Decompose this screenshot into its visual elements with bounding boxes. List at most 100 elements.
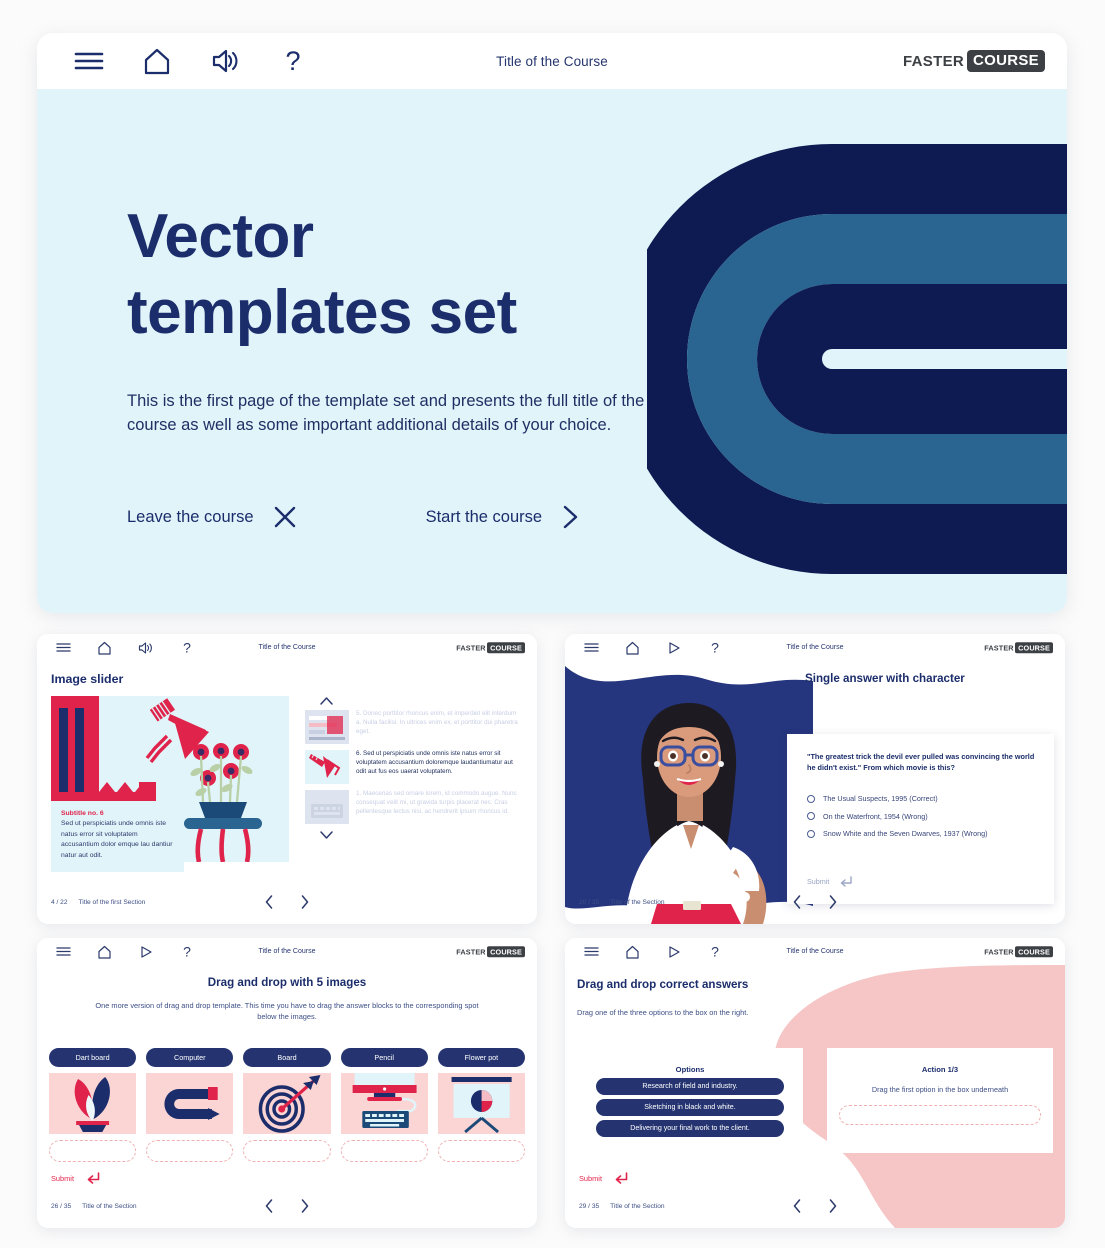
question-mark-icon[interactable]: ? xyxy=(259,41,327,81)
logo-course: COURSE xyxy=(1015,945,1053,958)
svg-text:?: ? xyxy=(183,640,191,655)
play-icon[interactable] xyxy=(125,941,166,963)
slider-caption-body: Sed ut perspiciatis unde omnis iste natu… xyxy=(61,820,173,859)
fastercourse-logo: FASTER COURSE xyxy=(903,50,1045,72)
play-icon[interactable] xyxy=(653,637,694,659)
svg-text:?: ? xyxy=(285,46,300,76)
submit-label: Submit xyxy=(51,1173,75,1183)
next-chevron-icon[interactable] xyxy=(829,1199,838,1218)
radio-button-icon[interactable] xyxy=(807,794,815,803)
page-root: ? Title of the Course FASTER COURSE Vect… xyxy=(0,0,1105,1248)
close-icon xyxy=(274,506,295,528)
logo-course: COURSE xyxy=(487,641,525,654)
card3-description: One more version of drag and drop templa… xyxy=(95,1001,479,1022)
question-mark-icon[interactable]: ? xyxy=(166,941,207,963)
hamburger-menu-icon[interactable] xyxy=(571,941,612,963)
logo-faster: FASTER xyxy=(456,947,486,956)
question-mark-icon[interactable]: ? xyxy=(166,637,207,659)
flower-pot-illustration xyxy=(49,1072,137,1134)
answer-option[interactable]: Snow White and the Seven Dwarves, 1937 (… xyxy=(807,829,987,838)
start-the-course-button[interactable]: Start the course xyxy=(426,504,580,530)
card-drag-and-drop-with-5-images: ? Title of the Course FASTER COURSE Drag… xyxy=(37,938,537,1228)
card3-toolbar: ? Title of the Course FASTER COURSE xyxy=(37,938,537,965)
card4-nav xyxy=(793,1199,838,1218)
submit-label: Submit xyxy=(807,877,830,886)
speaker-icon[interactable] xyxy=(191,41,259,81)
prev-chevron-icon[interactable] xyxy=(793,1199,802,1218)
drag-drop-column: Pencil xyxy=(340,1048,428,1162)
submit-button[interactable]: Submit xyxy=(51,1172,100,1184)
speaker-icon[interactable] xyxy=(125,637,166,659)
hero-slide-card: ? Title of the Course FASTER COURSE Vect… xyxy=(37,33,1067,613)
drop-target[interactable] xyxy=(243,1139,331,1162)
card1-title: Image slider xyxy=(51,672,124,686)
page-title: Vector templates set xyxy=(127,199,727,350)
dartboard-illustration xyxy=(243,1072,331,1134)
leave-the-course-button[interactable]: Leave the course xyxy=(127,504,298,530)
magnet-illustration xyxy=(146,1072,234,1134)
answer-block[interactable]: Dart board xyxy=(49,1048,137,1067)
home-icon[interactable] xyxy=(612,941,653,963)
list-item[interactable]: 5. Donec porttitor rhoncus enim, et impe… xyxy=(305,710,523,744)
computer-keyboard-illustration xyxy=(340,1072,428,1134)
prev-chevron-icon[interactable] xyxy=(793,895,802,914)
next-chevron-icon[interactable] xyxy=(829,895,838,914)
prev-chevron-icon[interactable] xyxy=(265,895,274,914)
scroll-down-chevron-icon[interactable] xyxy=(305,830,523,840)
draggable-option[interactable]: Sketching in black and white. xyxy=(596,1099,784,1116)
next-chevron-icon[interactable] xyxy=(301,895,310,914)
list-item[interactable]: 1. Maecenas sed ornare lorem, id commodo… xyxy=(305,790,523,824)
prev-chevron-icon[interactable] xyxy=(265,1199,274,1218)
next-chevron-icon[interactable] xyxy=(301,1199,310,1218)
radio-button-icon[interactable] xyxy=(807,829,815,838)
drag-drop-panels: Options Research of field and industry. … xyxy=(577,1048,1053,1153)
submit-button[interactable]: Submit xyxy=(579,1172,628,1184)
slider-caption-title: Subtitle no. 6 xyxy=(61,810,104,817)
draggable-option[interactable]: Delivering your final work to the client… xyxy=(596,1120,784,1137)
drop-target[interactable] xyxy=(340,1139,428,1162)
drop-target[interactable] xyxy=(839,1105,1041,1125)
list-item[interactable]: 6. Sed ut perspiciatis unde omnis iste n… xyxy=(305,750,523,784)
hamburger-menu-icon[interactable] xyxy=(43,637,84,659)
answer-option[interactable]: On the Waterfront, 1954 (Wrong) xyxy=(807,812,987,821)
start-the-course-label: Start the course xyxy=(425,507,543,526)
hamburger-menu-icon[interactable] xyxy=(43,941,84,963)
presentation-board-illustration xyxy=(437,1072,526,1134)
card4-footer-left: 29 / 35 Title of the Section xyxy=(579,1203,665,1210)
hamburger-menu-icon[interactable] xyxy=(55,41,123,81)
draggable-option[interactable]: Research of field and industry. xyxy=(596,1078,784,1095)
submit-button[interactable]: Submit xyxy=(807,876,853,887)
home-icon[interactable] xyxy=(84,941,125,963)
radio-button-icon[interactable] xyxy=(807,812,815,820)
card3-footer: 26 / 35 Title of the Section xyxy=(37,1199,537,1222)
drop-target[interactable] xyxy=(146,1139,234,1162)
answer-option[interactable]: The Usual Suspects, 1995 (Correct) xyxy=(807,794,987,803)
answer-block[interactable]: Board xyxy=(243,1048,331,1067)
section-title: Title of the Section xyxy=(610,899,665,906)
home-icon[interactable] xyxy=(84,637,125,659)
hamburger-menu-icon[interactable] xyxy=(571,637,612,659)
home-icon[interactable] xyxy=(612,637,653,659)
scroll-up-chevron-icon[interactable] xyxy=(305,696,523,706)
play-icon[interactable] xyxy=(653,941,694,963)
section-title: Title of the Section xyxy=(610,1203,665,1210)
page-counter: 26 / 35 xyxy=(51,1203,72,1210)
answer-block[interactable]: Computer xyxy=(146,1048,234,1067)
hero-toolbar: ? Title of the Course FASTER COURSE xyxy=(37,33,1067,89)
answer-block[interactable]: Flower pot xyxy=(437,1048,526,1067)
page-counter: 29 / 35 xyxy=(579,1203,600,1210)
card3-nav xyxy=(265,1199,310,1218)
home-icon[interactable] xyxy=(123,41,191,81)
logo-faster: FASTER xyxy=(984,643,1014,652)
list-item-text: 1. Maecenas sed ornare lorem, id commodo… xyxy=(356,790,517,815)
card1-footer-left: 4 / 22 Title of the first Section xyxy=(51,899,145,906)
answer-block[interactable]: Pencil xyxy=(340,1048,428,1067)
card2-nav xyxy=(793,895,838,914)
card2-title: Single answer with character xyxy=(805,672,965,685)
question-mark-icon[interactable]: ? xyxy=(694,941,735,963)
hero-title-line2: templates set xyxy=(127,277,517,347)
drop-target[interactable] xyxy=(49,1139,137,1162)
card3-title: Drag and drop with 5 images xyxy=(207,976,367,989)
question-mark-icon[interactable]: ? xyxy=(694,637,735,659)
drop-target[interactable] xyxy=(437,1139,526,1162)
